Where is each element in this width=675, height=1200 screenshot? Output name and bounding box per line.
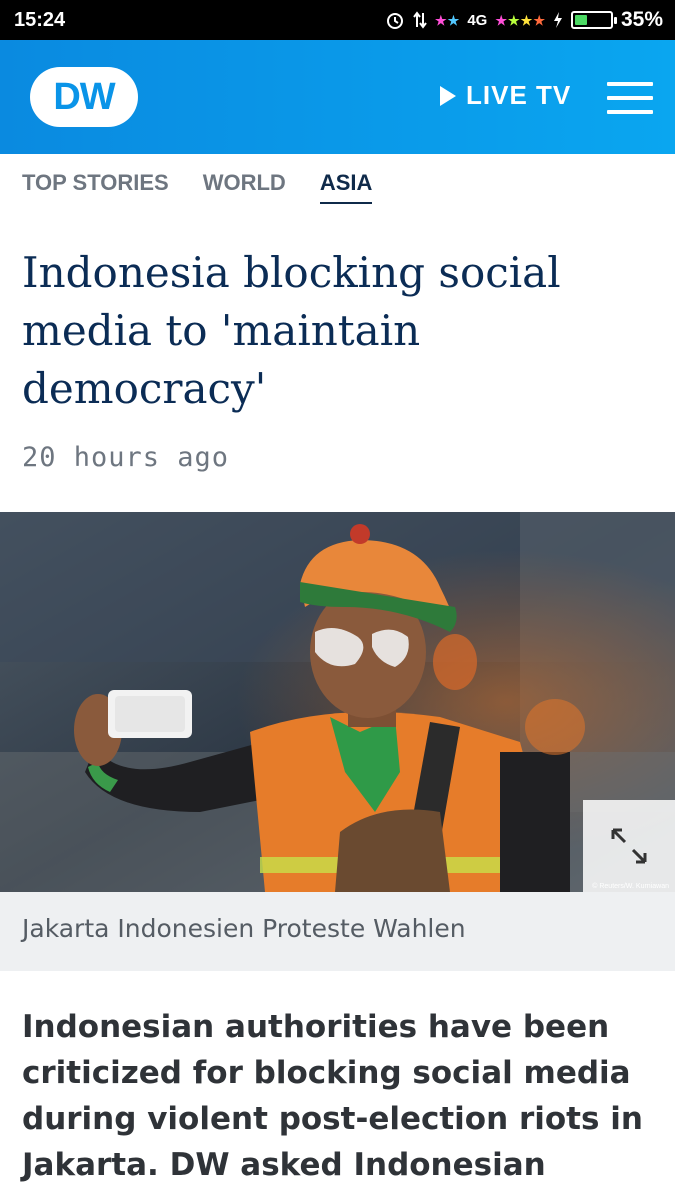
expand-icon xyxy=(611,828,647,864)
image-caption-bar: Jakarta Indonesien Proteste Wahlen xyxy=(0,892,675,971)
status-icons: ★ ★ 4G ★ ★ ★ ★ 35% xyxy=(385,8,663,32)
live-tv-label: LIVE TV xyxy=(466,80,572,110)
hero-photo xyxy=(0,512,675,892)
charging-icon xyxy=(553,12,562,28)
live-tv-button[interactable]: LIVE TV xyxy=(440,80,571,111)
breadcrumb-world[interactable]: WORLD xyxy=(203,170,286,204)
article-title: Indonesia blocking social media to 'main… xyxy=(22,248,561,413)
article-timestamp: 20 hours ago xyxy=(22,442,230,473)
breadcrumb-top-stories[interactable]: TOP STORIES xyxy=(22,170,169,204)
hamburger-menu-icon[interactable] xyxy=(607,82,653,114)
data-transfer-icon xyxy=(413,11,427,29)
dw-logo[interactable]: DW xyxy=(30,67,138,127)
battery-fill xyxy=(574,15,587,25)
battery-icon xyxy=(570,11,617,29)
logo-text: DW xyxy=(53,75,115,118)
battery-percent: 35% xyxy=(620,8,663,31)
article-lead: Indonesian authorities have been critici… xyxy=(22,1009,643,1183)
play-icon xyxy=(440,85,456,106)
breadcrumb: TOP STORIES WORLD ASIA xyxy=(22,170,373,204)
expand-image-button[interactable] xyxy=(583,800,675,892)
signal-icon: ★ ★ ★ ★ xyxy=(495,12,545,28)
network-type: 4G xyxy=(467,11,488,29)
alarm-icon xyxy=(387,13,404,29)
status-time: 15:24 xyxy=(14,8,66,31)
image-credit: © Reuters/W. Kurniawan xyxy=(592,883,669,890)
breadcrumb-asia[interactable]: ASIA xyxy=(319,170,373,204)
article-hero-image[interactable]: © Reuters/W. Kurniawan xyxy=(0,512,675,892)
app-header: DW LIVE TV xyxy=(0,40,675,154)
status-bar: 15:24 ★ ★ 4G ★ ★ ★ ★ 35% xyxy=(0,0,675,40)
image-caption: Jakarta Indonesien Proteste Wahlen xyxy=(22,914,466,943)
decorative-stars-icon: ★ ★ xyxy=(435,12,460,28)
